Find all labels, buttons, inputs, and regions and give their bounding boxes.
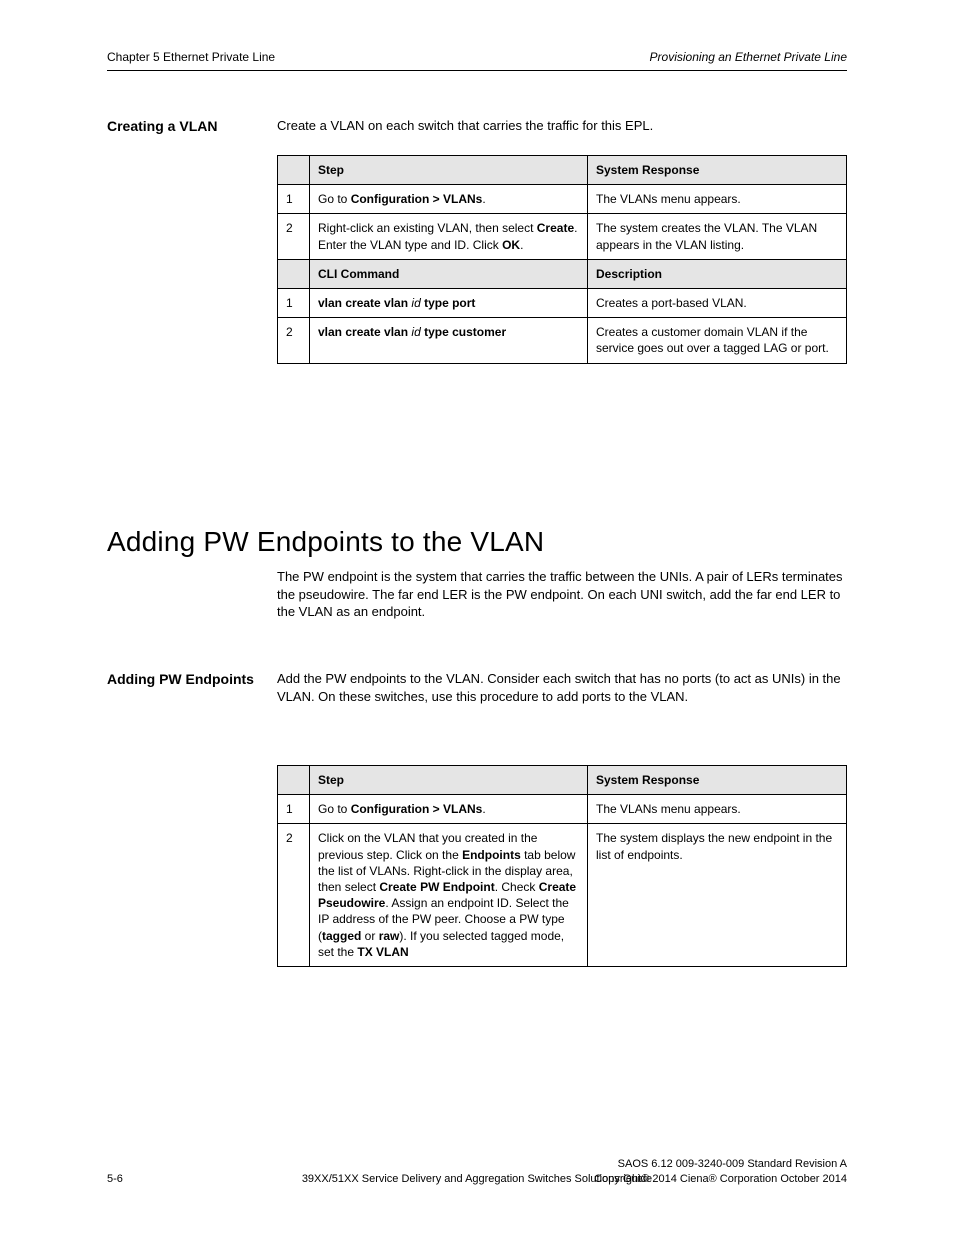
cell-num: 2 (278, 824, 310, 967)
cell-resp: The VLANs menu appears. (588, 795, 847, 824)
cell-resp: Creates a customer domain VLAN if the se… (588, 318, 847, 363)
header-left: Chapter 5 Ethernet Private Line (107, 49, 275, 65)
cell-step: Go to Configuration > VLANs. (310, 795, 588, 824)
table-row: 1 Go to Configuration > VLANs. The VLANs… (278, 185, 847, 214)
cell-step: Right-click an existing VLAN, then selec… (310, 214, 588, 259)
cell-resp: The system creates the VLAN. The VLAN ap… (588, 214, 847, 259)
body-para-adding-pw: The PW endpoint is the system that carri… (277, 568, 847, 621)
cell-step: Click on the VLAN that you created in th… (310, 824, 588, 967)
section-creating-vlan-label: Creating a VLAN (107, 117, 257, 136)
cell-num: 1 (278, 288, 310, 317)
cell-num: 1 (278, 185, 310, 214)
th-resp: System Response (588, 766, 847, 795)
table-row: 2 Right-click an existing VLAN, then sel… (278, 214, 847, 259)
th-step: CLI Command (310, 259, 588, 288)
section-creating-vlan-intro: Create a VLAN on each switch that carrie… (277, 117, 847, 135)
section-adding-pw-label: Adding PW Endpoints (107, 670, 257, 689)
header-rule (107, 70, 847, 71)
cell-step: vlan create vlan id type customer (310, 318, 588, 363)
th-resp: Description (588, 259, 847, 288)
heading-adding-pw-endpoints: Adding PW Endpoints to the VLAN (107, 523, 544, 561)
th-step: Step (310, 156, 588, 185)
cell-resp: The VLANs menu appears. (588, 185, 847, 214)
cell-resp: Creates a port-based VLAN. (588, 288, 847, 317)
table-row: 2 vlan create vlan id type customer Crea… (278, 318, 847, 363)
cell-resp: The system displays the new endpoint in … (588, 824, 847, 967)
th-num (278, 259, 310, 288)
cell-step: Go to Configuration > VLANs. (310, 185, 588, 214)
cell-num: 1 (278, 795, 310, 824)
footer-right: SAOS 6.12 009-3240-009 Standard Revision… (594, 1157, 847, 1187)
cell-num: 2 (278, 214, 310, 259)
table-adding-pw-endpoints: Step System Response 1 Go to Configurati… (277, 765, 847, 967)
header-right: Provisioning an Ethernet Private Line (650, 49, 847, 65)
table-row: 1 vlan create vlan id type port Creates … (278, 288, 847, 317)
cell-num: 2 (278, 318, 310, 363)
th-step: Step (310, 766, 588, 795)
cell-step: vlan create vlan id type port (310, 288, 588, 317)
th-num (278, 156, 310, 185)
table-row: 1 Go to Configuration > VLANs. The VLANs… (278, 795, 847, 824)
table-row: 2 Click on the VLAN that you created in … (278, 824, 847, 967)
table-creating-vlan-gui: Step System Response 1 Go to Configurati… (277, 155, 847, 364)
th-resp: System Response (588, 156, 847, 185)
th-num (278, 766, 310, 795)
section-adding-pw-intro: Add the PW endpoints to the VLAN. Consid… (277, 670, 847, 705)
